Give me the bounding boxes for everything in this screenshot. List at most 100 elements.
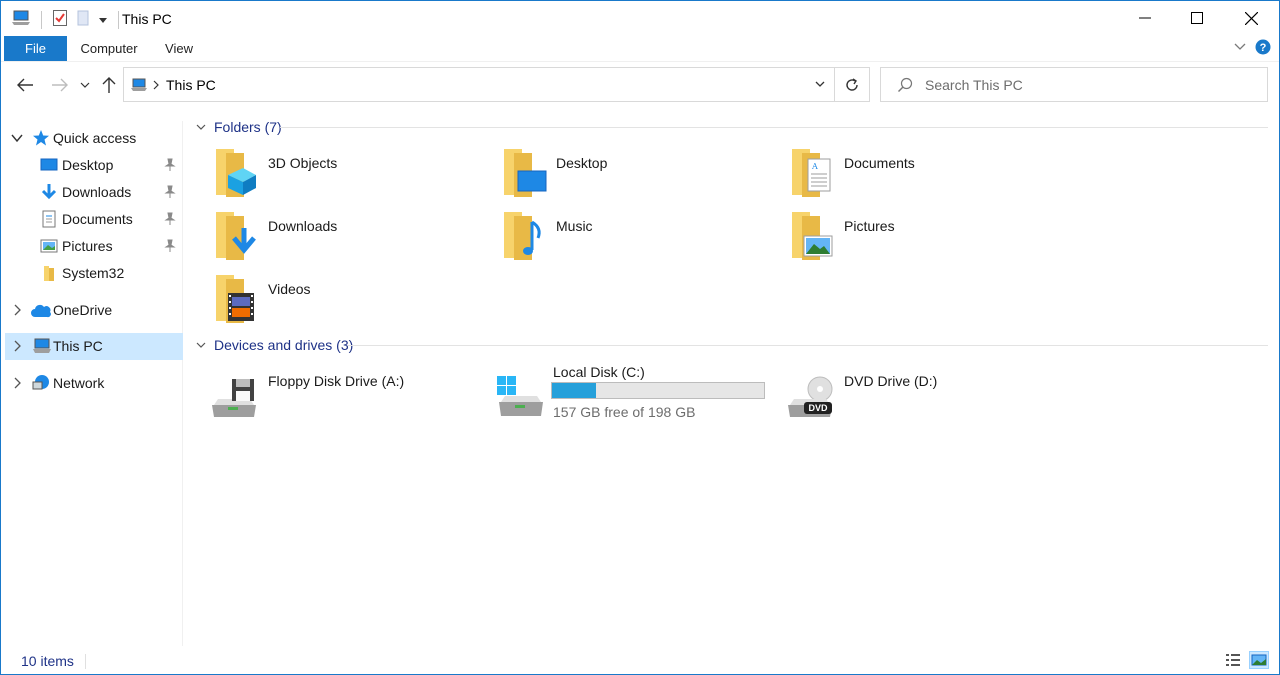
sidebar-item-network[interactable]: Network (1, 370, 181, 397)
title-separator (118, 10, 119, 29)
svg-text:?: ? (1260, 42, 1267, 54)
customize-toolbar-chevron-icon[interactable] (98, 12, 108, 28)
disk-free-text: 157 GB free of 198 GB (553, 404, 696, 420)
content-pane: Folders (7) 3D Objects Desktop A Documen… (184, 107, 1279, 647)
refresh-icon (846, 77, 858, 91)
tile-label: Videos (268, 281, 311, 297)
drive-floppy-a[interactable]: Floppy Disk Drive (A:) (186, 365, 466, 423)
details-view-button[interactable] (1223, 651, 1243, 669)
sidebar-item-desktop[interactable]: Desktop (1, 152, 181, 179)
maximize-button[interactable] (1171, 1, 1223, 35)
folders-group-header[interactable]: Folders (7) (194, 117, 282, 137)
chevron-down-icon (1234, 43, 1246, 50)
pin-icon[interactable] (164, 239, 176, 256)
folder-music[interactable]: Music (474, 210, 754, 268)
close-icon (1244, 11, 1258, 25)
search-icon (897, 77, 913, 93)
pin-icon[interactable] (164, 212, 176, 229)
close-button[interactable] (1225, 1, 1277, 35)
tab-file[interactable]: File (4, 36, 67, 61)
group-header-label: Devices and drives (3) (214, 337, 354, 353)
group-divider (280, 127, 1268, 128)
expand-chevron-icon[interactable] (10, 303, 24, 317)
sidebar-item-downloads[interactable]: Downloads (1, 179, 181, 206)
expand-chevron-icon[interactable] (10, 339, 24, 353)
back-arrow-icon (17, 78, 33, 92)
this-pc-app-icon[interactable] (11, 9, 31, 30)
drive-dvd-d[interactable]: DVD DVD Drive (D:) (762, 365, 1042, 423)
minimize-button[interactable] (1119, 1, 1171, 35)
folder-downloads[interactable]: Downloads (186, 210, 466, 268)
sidebar-item-documents[interactable]: Documents (1, 206, 181, 233)
this-pc-icon (32, 337, 52, 355)
up-button[interactable] (98, 74, 120, 96)
pin-icon[interactable] (164, 158, 176, 175)
chevron-down-icon (815, 81, 825, 87)
title-bar: This PC (1, 1, 1279, 35)
back-button[interactable] (14, 74, 36, 96)
folder-videos[interactable]: Videos (186, 273, 466, 331)
tile-label: Music (556, 218, 593, 234)
forward-button[interactable] (49, 74, 71, 96)
expand-chevron-icon[interactable] (10, 131, 24, 145)
tile-label: Pictures (844, 218, 895, 234)
refresh-button[interactable] (835, 67, 870, 102)
folder-3d-objects[interactable]: 3D Objects (186, 147, 466, 205)
help-button[interactable]: ? (1255, 39, 1271, 58)
properties-icon[interactable] (52, 9, 68, 30)
item-count: 10 items (21, 653, 74, 669)
window-title: This PC (122, 11, 172, 27)
search-input[interactable] (925, 76, 1245, 93)
group-header-label: Folders (7) (214, 119, 282, 135)
sidebar-item-label: Quick access (53, 130, 137, 146)
pin-icon[interactable] (164, 185, 176, 202)
expand-chevron-icon[interactable] (10, 376, 24, 390)
folder-documents[interactable]: A Documents (762, 147, 1042, 205)
sidebar-item-label: Desktop (62, 157, 114, 173)
sidebar-item-label: System32 (62, 265, 125, 281)
expand-ribbon-button[interactable] (1233, 40, 1247, 57)
search-box[interactable] (880, 67, 1268, 102)
new-folder-icon[interactable] (76, 9, 90, 30)
tile-label: Documents (844, 155, 915, 171)
desktop-folder-icon (502, 147, 550, 199)
breadcrumb-this-pc[interactable]: This PC (166, 77, 216, 93)
folder-pictures[interactable]: Pictures (762, 210, 1042, 268)
toolbar-separator (41, 10, 42, 29)
tile-label: Desktop (556, 155, 608, 171)
forward-arrow-icon (52, 78, 68, 92)
devices-group-header[interactable]: Devices and drives (3) (194, 335, 353, 355)
sidebar-item-quick-access[interactable]: Quick access (1, 125, 181, 152)
status-separator (85, 654, 86, 669)
local-disk-icon (495, 374, 547, 420)
sidebar-item-label: Downloads (62, 184, 132, 200)
sidebar-item-onedrive[interactable]: OneDrive (1, 297, 181, 324)
address-history-dropdown[interactable] (814, 77, 826, 93)
large-icons-view-button[interactable] (1249, 651, 1269, 669)
recent-locations-button[interactable] (75, 74, 95, 96)
downloads-folder-icon (214, 210, 262, 262)
address-bar[interactable]: This PC (123, 67, 835, 102)
tab-view[interactable]: View (155, 36, 203, 61)
dvd-drive-icon: DVD (784, 375, 836, 421)
sidebar-item-system32[interactable]: System32 (1, 260, 181, 287)
drive-local-c[interactable]: Local Disk (C:) 157 GB free of 198 GB (473, 356, 773, 426)
documents-folder-icon: A (790, 147, 838, 199)
details-view-icon (1226, 654, 1240, 666)
sidebar-item-label: This PC (53, 338, 103, 354)
folder-desktop[interactable]: Desktop (474, 147, 754, 205)
disk-usage-bar (551, 382, 765, 399)
floppy-drive-icon (208, 375, 260, 421)
status-bar: 10 items (1, 647, 1279, 674)
sidebar-item-this-pc[interactable]: This PC (5, 333, 183, 360)
sidebar-item-pictures[interactable]: Pictures (1, 233, 181, 260)
breadcrumb-chevron-icon[interactable] (152, 80, 160, 90)
tab-computer[interactable]: Computer (73, 36, 145, 61)
sidebar-item-label: OneDrive (53, 302, 113, 318)
view-switcher (1223, 651, 1269, 669)
videos-folder-icon (214, 273, 262, 325)
maximize-icon (1191, 12, 1203, 24)
tile-label: Downloads (268, 218, 338, 234)
tile-label: Local Disk (C:) (553, 364, 645, 380)
3d-objects-folder-icon (214, 147, 262, 199)
